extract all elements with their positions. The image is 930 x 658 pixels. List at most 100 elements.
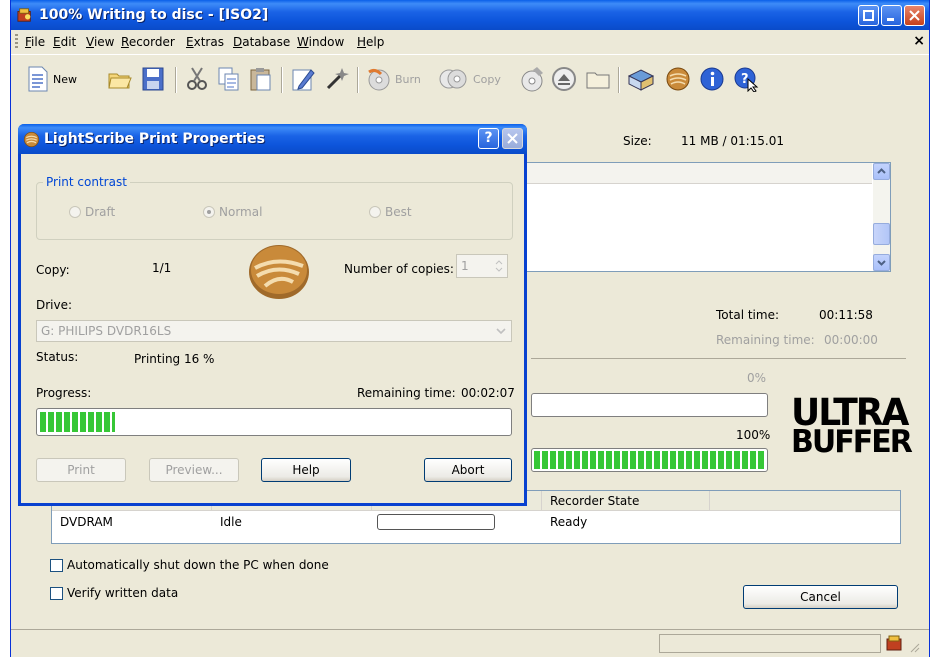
cancel-button[interactable]: Cancel [743,585,898,609]
folder-icon [586,72,610,89]
about-button[interactable] [699,65,725,93]
log-list-header [522,163,872,184]
log-scrollbar[interactable] [873,163,890,271]
burn-button[interactable]: Burn [367,65,421,93]
verify-checkbox-box[interactable] [50,586,63,600]
radio-draft-circle[interactable] [69,206,81,218]
col-recorder-state[interactable]: Recorder State [542,491,710,511]
magic-wand-icon [326,68,349,90]
window-title: 100% Writing to disc - [ISO2] [39,7,269,23]
copy-disc-button[interactable]: Copy [439,65,501,93]
print-progress-bar [36,408,512,436]
toolbar: New Burn Copy ? [11,54,929,101]
print-button[interactable]: Print [36,458,126,482]
minimize-button[interactable] [881,5,902,26]
dialog-remaining-value: 00:02:07 [461,386,515,400]
verify-checkbox-label: Verify written data [67,586,179,600]
toolbar-separator [175,67,177,93]
menu-view[interactable]: View [86,35,114,49]
copies-spinner[interactable]: 1 [456,254,508,278]
lightscribe-icon [23,131,40,148]
copy-label: Copy: [36,263,70,277]
spinner-arrows-icon[interactable] [492,256,506,276]
shutdown-checkbox[interactable]: Automatically shut down the PC when done [50,558,329,572]
size-value: 11 MB / 01:15.01 [681,134,785,148]
whats-this-help-button[interactable]: ? [733,65,759,93]
logo-text-buffer: BUFFER [791,423,913,461]
radio-normal-label: Normal [219,205,263,219]
copy-value: 1/1 [152,261,172,275]
ultra-buffer-logo: ULTRA BUFFER [791,394,913,461]
wizard-button[interactable] [324,65,350,93]
paste-button[interactable] [249,65,273,93]
cover-designer-button[interactable] [627,65,655,93]
cut-button[interactable] [185,65,209,93]
menu-recorder[interactable]: Recorder [121,35,175,49]
scroll-down-button[interactable] [873,254,890,271]
edit-pencil-icon [292,69,315,91]
copy-icon [218,67,239,91]
new-button[interactable]: New [27,65,77,93]
menu-help[interactable]: Help [357,35,384,49]
remaining-time-label: Remaining time: [716,333,815,347]
edit-properties-button[interactable] [291,65,315,93]
status-panel [659,634,881,653]
open-compilation-button[interactable] [585,65,611,93]
print-progress-fill [40,412,115,432]
copy-button[interactable] [217,65,241,93]
close-button[interactable] [904,5,925,26]
resize-grip-icon[interactable] [909,642,921,654]
scroll-up-button[interactable] [873,163,890,180]
mdi-close-button[interactable]: × [913,33,925,49]
disc-info-button[interactable] [519,65,545,93]
lightscribe-icon [666,67,690,91]
remaining-time-value: 00:00:00 [824,333,878,347]
save-button[interactable] [141,65,165,93]
info-icon [700,67,724,91]
radio-best[interactable]: Best [369,205,412,219]
menu-edit[interactable]: Edit [53,35,76,49]
eject-button[interactable] [551,65,577,93]
shutdown-checkbox-box[interactable] [50,558,63,572]
cell-recorder[interactable]: DVDRAM [60,515,113,529]
log-list[interactable] [521,162,891,272]
preview-button[interactable]: Preview... [149,458,239,482]
chevron-up-icon [877,168,886,174]
menu-file[interactable]: File [25,35,45,49]
lightscribe-button[interactable] [665,65,691,93]
chevron-down-icon [877,260,886,266]
chevron-down-icon[interactable] [493,323,509,339]
menu-grip[interactable] [15,34,18,50]
radio-normal-circle[interactable] [203,206,215,218]
menu-database[interactable]: Database [233,35,290,49]
buffer-progress-bar [531,448,768,472]
verify-checkbox[interactable]: Verify written data [50,586,178,600]
menu-bar: File Edit View Recorder Extras Database … [11,30,929,54]
open-button[interactable] [107,65,133,93]
buffer-progress-fill [534,451,765,469]
radio-best-circle[interactable] [369,206,381,218]
cut-icon [187,67,207,90]
menu-window[interactable]: Window [297,35,344,49]
help-button[interactable]: Help [261,458,351,482]
radio-normal[interactable]: Normal [203,205,262,219]
size-label: Size: [623,134,652,148]
copies-label: Number of copies: [344,262,454,276]
drive-select[interactable]: G: PHILIPS DVDR16LS [36,320,512,342]
menu-extras[interactable]: Extras [186,35,224,49]
total-time-value: 00:11:58 [819,308,873,322]
radio-draft-label: Draft [85,205,116,219]
dialog-help-button[interactable]: ? [478,128,499,149]
restore-button[interactable] [858,5,879,26]
title-bar[interactable]: 100% Writing to disc - [ISO2] [11,0,929,30]
minimize-icon [887,18,894,21]
burn-label: Burn [395,72,421,86]
abort-button[interactable]: Abort [424,458,512,482]
dialog-close-button[interactable] [502,128,523,149]
scroll-thumb[interactable] [873,223,890,245]
status-value: Printing 16 % [134,352,215,366]
dialog-title-bar[interactable]: LightScribe Print Properties ? [18,124,527,154]
new-document-icon [28,66,48,92]
radio-draft[interactable]: Draft [69,205,115,219]
status-bar [11,629,929,658]
